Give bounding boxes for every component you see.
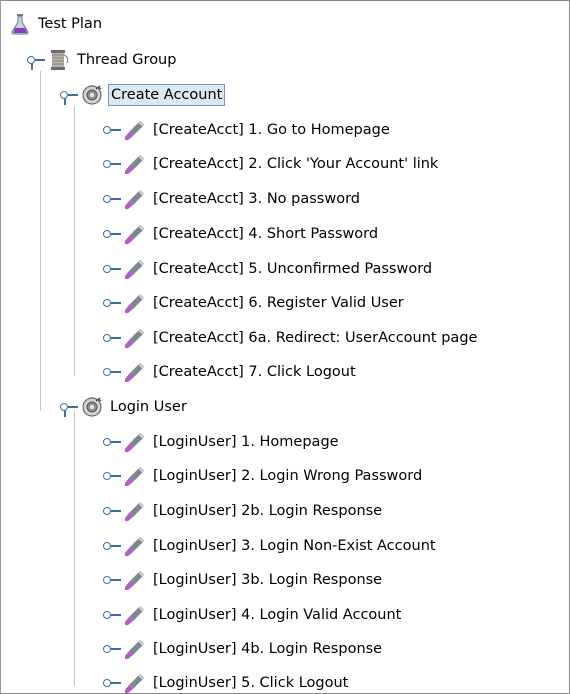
collapse-handle-icon[interactable] [102,156,124,172]
tree-node-sampler[interactable]: [LoginUser] 5. Click Logout [102,668,350,693]
pipette-icon [125,121,144,140]
tree-node-label: [CreateAcct] 7. Click Logout [153,364,356,380]
pipette-icon [125,537,144,556]
tree-node-sampler[interactable]: [CreateAcct] 3. No password [102,184,362,214]
collapse-handle-icon[interactable] [102,607,124,623]
pipette-icon [125,225,144,244]
pipette-icon [125,640,144,659]
pipette-icon [125,433,144,452]
tree-guide-line [40,71,41,411]
expand-handle-icon[interactable] [59,399,81,417]
pipette-icon [125,674,144,693]
tree-node-label: [LoginUser] 2. Login Wrong Password [153,468,423,484]
pipette-icon [125,467,144,486]
collapse-handle-icon[interactable] [102,226,124,242]
tree-node-label: [CreateAcct] 4. Short Password [153,226,379,242]
tree-node-sampler[interactable]: [CreateAcct] 4. Short Password [102,219,380,249]
flask-icon [11,14,29,35]
tree-node-controller-create-account[interactable]: Create Account [59,80,226,110]
pipette-icon [125,329,144,348]
tree-node-label: Create Account [108,84,226,106]
tree-node-sampler[interactable]: [CreateAcct] 2. Click 'Your Account' lin… [102,149,440,179]
tree-node-sampler[interactable]: [LoginUser] 1. Homepage [102,427,341,457]
collapse-handle-icon[interactable] [102,261,124,277]
pipette-icon [125,363,144,382]
spool-icon [51,50,69,70]
tree-node-sampler[interactable]: [CreateAcct] 1. Go to Homepage [102,115,392,145]
tree-node-label: [LoginUser] 5. Click Logout [153,675,349,691]
expand-handle-icon[interactable] [26,52,48,70]
collapse-handle-icon[interactable] [102,641,124,657]
tree-node-sampler[interactable]: [CreateAcct] 7. Click Logout [102,357,358,387]
pipette-icon [125,190,144,209]
tree-node-sampler[interactable]: [LoginUser] 3. Login Non-Exist Account [102,531,438,561]
collapse-handle-icon[interactable] [102,503,124,519]
tree-node-label: [LoginUser] 3b. Login Response [153,572,383,588]
tree-node-label: [CreateAcct] 6. Register Valid User [153,295,404,311]
collapse-handle-icon[interactable] [102,330,124,346]
test-plan-tree: Test Plan Thread Group Create Account [C… [0,0,570,694]
tree-node-thread-group[interactable]: Thread Group [26,45,178,75]
collapse-handle-icon[interactable] [102,675,124,691]
tree-node-sampler[interactable]: [LoginUser] 2b. Login Response [102,496,384,526]
tree-node-sampler[interactable]: [LoginUser] 3b. Login Response [102,565,384,595]
tree-node-sampler[interactable]: [LoginUser] 2. Login Wrong Password [102,461,424,491]
tree-node-controller-login-user[interactable]: Login User [59,392,189,422]
tree-node-sampler[interactable]: [LoginUser] 4. Login Valid Account [102,600,403,630]
tree-guide-line [74,411,75,686]
tree-node-label: [CreateAcct] 2. Click 'Your Account' lin… [153,156,439,172]
pipette-icon [125,502,144,521]
controller-icon [82,85,102,105]
tree-node-label: Thread Group [77,52,177,68]
pipette-icon [125,260,144,279]
tree-guide-line [74,106,75,376]
pipette-icon [125,571,144,590]
tree-node-sampler[interactable]: [CreateAcct] 5. Unconfirmed Password [102,254,434,284]
tree-node-label: [LoginUser] 2b. Login Response [153,503,383,519]
tree-node-test-plan[interactable]: Test Plan [9,9,104,39]
tree-node-label: [CreateAcct] 3. No password [153,191,361,207]
tree-node-label: Test Plan [38,16,103,32]
collapse-handle-icon[interactable] [102,572,124,588]
collapse-handle-icon[interactable] [102,295,124,311]
tree-node-label: [LoginUser] 4. Login Valid Account [153,607,402,623]
tree-node-sampler[interactable]: [LoginUser] 4b. Login Response [102,634,384,664]
collapse-handle-icon[interactable] [102,364,124,380]
collapse-handle-icon[interactable] [102,122,124,138]
tree-node-sampler[interactable]: [CreateAcct] 6a. Redirect: UserAccount p… [102,323,479,353]
tree-node-label: Login User [110,399,187,415]
tree-node-label: [CreateAcct] 6a. Redirect: UserAccount p… [153,330,478,346]
tree-node-label: [LoginUser] 3. Login Non-Exist Account [153,538,436,554]
tree-node-label: [CreateAcct] 5. Unconfirmed Password [153,261,433,277]
tree-node-sampler[interactable]: [CreateAcct] 6. Register Valid User [102,288,406,318]
expand-handle-icon[interactable] [59,87,81,105]
pipette-icon [125,155,144,174]
collapse-handle-icon[interactable] [102,434,124,450]
tree-node-label: [CreateAcct] 1. Go to Homepage [153,122,390,138]
collapse-handle-icon[interactable] [102,538,124,554]
tree-node-label: [LoginUser] 1. Homepage [153,434,339,450]
controller-icon [82,397,102,417]
pipette-icon [125,606,144,625]
pipette-icon [125,294,144,313]
tree-node-label: [LoginUser] 4b. Login Response [153,641,383,657]
collapse-handle-icon[interactable] [102,468,124,484]
collapse-handle-icon[interactable] [102,191,124,207]
